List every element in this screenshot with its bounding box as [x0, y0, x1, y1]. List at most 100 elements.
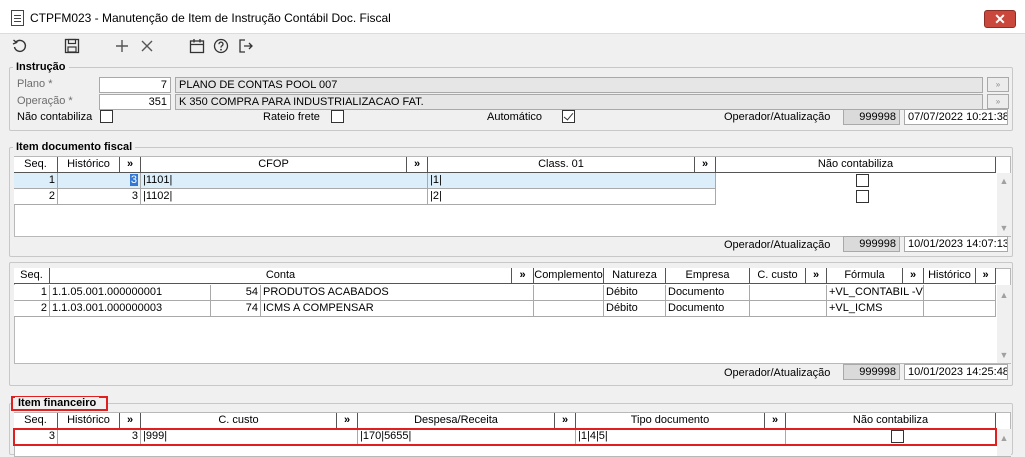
row-nao-contabiliza-checkbox[interactable] — [856, 174, 869, 187]
col-despesa-receita[interactable]: Despesa/Receita — [358, 413, 555, 429]
table-cell-natureza[interactable]: Débito — [604, 285, 666, 301]
table-cell-class01[interactable]: |2| — [428, 189, 716, 205]
col-formula[interactable]: Fórmula — [827, 268, 903, 284]
scroll-down-icon[interactable]: ▼ — [997, 350, 1011, 360]
undo-icon[interactable] — [9, 38, 31, 58]
table-cell-conta-desc[interactable]: PRODUTOS ACABADOS — [261, 285, 534, 301]
operador-field: 999998 — [843, 364, 900, 380]
atualizacao-field: 10/01/2023 14:07:13 — [904, 236, 1008, 252]
col-tipo-documento[interactable]: Tipo documento — [576, 413, 765, 429]
table-cell-conta[interactable]: 1.1.05.001.000000001 — [50, 285, 211, 301]
expand-button[interactable]: » — [337, 413, 358, 429]
row-nao-contabiliza-checkbox[interactable] — [856, 190, 869, 203]
operador-field: 999998 — [843, 109, 900, 125]
expand-button[interactable]: » — [120, 413, 141, 429]
table-cell-empresa[interactable]: Documento — [666, 301, 750, 317]
col-class01[interactable]: Class. 01 — [428, 157, 695, 173]
table-cell-complemento[interactable] — [534, 301, 604, 317]
window-title: CTPFM023 - Manutenção de Item de Instruç… — [30, 11, 391, 25]
table-cell-conta[interactable]: 1.1.03.001.000000003 — [50, 301, 211, 317]
table-cell-formula[interactable]: +VL_ICMS — [827, 301, 924, 317]
expand-button[interactable]: » — [765, 413, 786, 429]
row-highlight — [13, 428, 997, 446]
scroll-up-icon[interactable]: ▲ — [997, 176, 1011, 186]
expand-button[interactable]: » — [903, 268, 924, 284]
table-cell-conta-num[interactable]: 74 — [211, 301, 261, 317]
table-cell-historico[interactable]: 3 — [58, 189, 141, 205]
exit-icon[interactable] — [235, 38, 257, 58]
scroll-up-icon[interactable]: ▲ — [997, 290, 1011, 300]
table-cell-natureza[interactable]: Débito — [604, 301, 666, 317]
table-cell-ccusto[interactable] — [750, 301, 827, 317]
scroll-up-icon[interactable]: ▲ — [997, 433, 1011, 443]
table-cell-ccusto[interactable] — [750, 285, 827, 301]
scroll-down-icon[interactable]: ▼ — [997, 223, 1011, 233]
col-nao-contabiliza[interactable]: Não contabiliza — [716, 157, 996, 173]
col-empresa[interactable]: Empresa — [666, 268, 750, 284]
col-historico[interactable]: Histórico — [58, 413, 120, 429]
save-icon[interactable] — [61, 38, 83, 58]
close-button[interactable]: ✕ — [984, 10, 1016, 28]
plano-label: Plano * — [17, 78, 53, 90]
table-cell-historico[interactable] — [924, 285, 996, 301]
automatico-checkbox[interactable] — [562, 110, 575, 123]
historico-value: 3 — [129, 174, 138, 186]
table-cell-historico[interactable] — [924, 301, 996, 317]
item-fin-title: Item financeiro — [15, 397, 100, 409]
rateio-frete-label: Rateio frete — [263, 111, 320, 123]
col-nao-contabiliza[interactable]: Não contabiliza — [786, 413, 996, 429]
operador-label: Operador/Atualização — [724, 239, 831, 251]
table-cell-cfop[interactable]: |1101| — [141, 173, 428, 189]
col-ccusto[interactable]: C. custo — [141, 413, 337, 429]
expand-button[interactable]: » — [512, 268, 534, 284]
table-cell-conta-desc[interactable]: ICMS A COMPENSAR — [261, 301, 534, 317]
operador-label: Operador/Atualização — [724, 111, 831, 123]
table-cell-cfop[interactable]: |1102| — [141, 189, 428, 205]
table-cell-seq[interactable]: 1 — [14, 285, 50, 301]
calendar-icon[interactable] — [186, 38, 208, 58]
expand-button[interactable]: » — [806, 268, 827, 284]
add-icon[interactable] — [111, 38, 133, 58]
item-doc-title: Item documento fiscal — [13, 141, 136, 153]
atualizacao-field: 10/01/2023 14:25:48 — [904, 364, 1008, 380]
col-conta[interactable]: Conta — [50, 268, 512, 284]
nao-contabiliza-checkbox[interactable] — [100, 110, 113, 123]
plano-lookup-button[interactable]: » — [987, 77, 1009, 92]
col-seq[interactable]: Seq. — [14, 413, 58, 429]
document-icon — [11, 10, 24, 26]
operacao-label: Operação * — [17, 95, 73, 107]
expand-button[interactable]: » — [120, 157, 141, 173]
col-historico[interactable]: Histórico — [924, 268, 976, 284]
col-ccusto[interactable]: C. custo — [750, 268, 806, 284]
expand-button[interactable]: » — [976, 268, 996, 284]
operador-field: 999998 — [843, 236, 900, 252]
table-cell-empresa[interactable]: Documento — [666, 285, 750, 301]
instrucao-title: Instrução — [13, 61, 69, 73]
table-cell-seq[interactable]: 1 — [14, 173, 58, 189]
delete-icon[interactable] — [136, 38, 158, 58]
table-cell-class01[interactable]: |1| — [428, 173, 716, 189]
operacao-lookup-button[interactable]: » — [987, 94, 1009, 109]
nao-contabiliza-label: Não contabiliza — [17, 111, 93, 123]
table-cell-complemento[interactable] — [534, 285, 604, 301]
col-seq[interactable]: Seq. — [14, 157, 58, 173]
table-cell-historico[interactable]: 3 — [58, 173, 141, 189]
table-cell-seq[interactable]: 2 — [14, 301, 50, 317]
atualizacao-field: 07/07/2022 10:21:38 — [904, 109, 1008, 125]
col-historico[interactable]: Histórico — [58, 157, 120, 173]
col-natureza[interactable]: Natureza — [604, 268, 666, 284]
col-seq[interactable]: Seq. — [14, 268, 50, 284]
table-cell-conta-num[interactable]: 54 — [211, 285, 261, 301]
col-complemento[interactable]: Complemento — [534, 268, 604, 284]
help-icon[interactable] — [210, 38, 232, 58]
table-cell-formula[interactable]: +VL_CONTABIL -VL — [827, 285, 924, 301]
col-cfop[interactable]: CFOP — [141, 157, 407, 173]
operacao-code-field[interactable]: 351 — [99, 94, 171, 110]
table-cell-seq[interactable]: 2 — [14, 189, 58, 205]
expand-button[interactable]: » — [695, 157, 716, 173]
expand-button[interactable]: » — [407, 157, 428, 173]
operador-label: Operador/Atualização — [724, 367, 831, 379]
expand-button[interactable]: » — [555, 413, 576, 429]
rateio-frete-checkbox[interactable] — [331, 110, 344, 123]
plano-code-field[interactable]: 7 — [99, 77, 171, 93]
